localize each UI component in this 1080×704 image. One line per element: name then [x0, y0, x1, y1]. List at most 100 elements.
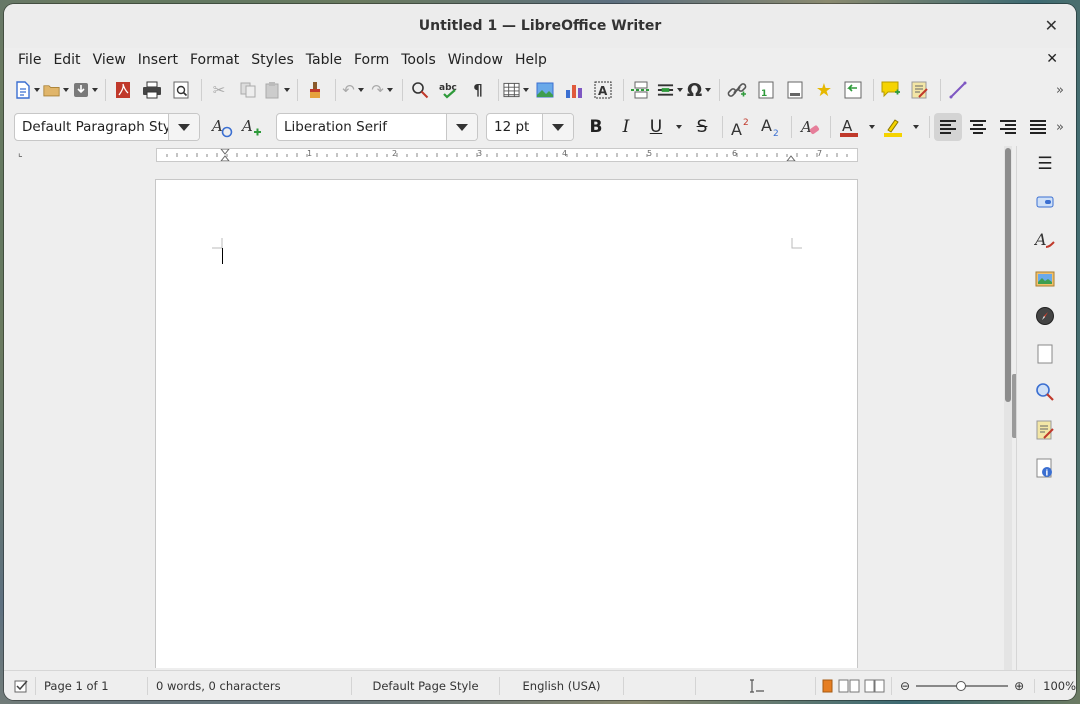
font-color-button[interactable]: A	[835, 113, 863, 141]
vertical-scrollbar[interactable]	[1004, 146, 1012, 670]
zoom-slider-knob[interactable]	[956, 680, 967, 691]
menu-help[interactable]: Help	[509, 52, 553, 68]
undo-button[interactable]: ↶	[340, 77, 366, 103]
font-name-combo[interactable]: Liberation Serif	[276, 113, 478, 141]
zoom-out-icon[interactable]: ⊖	[900, 679, 910, 693]
new-style-button[interactable]: A	[238, 113, 266, 141]
toolbar-overflow-icon[interactable]: »	[1056, 83, 1064, 98]
new-document-button[interactable]	[14, 77, 40, 103]
align-left-button[interactable]	[934, 113, 962, 141]
insert-hyperlink-button[interactable]	[724, 77, 750, 103]
sidebar-properties-button[interactable]	[1031, 188, 1059, 216]
justify-button[interactable]	[1024, 113, 1052, 141]
insert-line-button[interactable]	[945, 77, 971, 103]
paragraph-style-dropdown[interactable]	[168, 114, 199, 140]
print-preview-button[interactable]	[168, 77, 194, 103]
sidebar-design-button[interactable]: i	[1031, 454, 1059, 482]
save-button[interactable]	[72, 77, 98, 103]
highlight-color-dropdown[interactable]	[909, 114, 919, 140]
book-view-icon[interactable]	[864, 679, 886, 693]
paste-button[interactable]	[264, 77, 290, 103]
open-button[interactable]	[43, 77, 69, 103]
font-size-combo[interactable]: 12 pt	[486, 113, 574, 141]
font-name-dropdown[interactable]	[446, 114, 477, 140]
single-page-view-icon[interactable]	[822, 679, 834, 693]
formatting-overflow-icon[interactable]: »	[1056, 120, 1064, 135]
horizontal-ruler[interactable]: 1 2 3 4 5 6 7	[156, 148, 858, 162]
sidebar-manage-changes-button[interactable]	[1031, 416, 1059, 444]
sidebar-navigator-button[interactable]	[1031, 302, 1059, 330]
menu-view[interactable]: View	[87, 52, 132, 68]
sidebar-style-inspector-button[interactable]	[1031, 378, 1059, 406]
zoom-in-icon[interactable]: ⊕	[1014, 679, 1024, 693]
track-changes-button[interactable]	[907, 77, 933, 103]
update-style-button[interactable]: A	[208, 113, 236, 141]
scrollbar-thumb[interactable]	[1005, 148, 1011, 402]
clone-formatting-button[interactable]	[302, 77, 328, 103]
insert-footnote-button[interactable]: 1	[753, 77, 779, 103]
underline-button[interactable]: U	[642, 113, 670, 141]
export-pdf-button[interactable]	[110, 77, 136, 103]
menu-format[interactable]: Format	[184, 52, 245, 68]
insert-endnote-button[interactable]	[782, 77, 808, 103]
document-close-button[interactable]: ✕	[1046, 51, 1058, 67]
page-style-status[interactable]: Default Page Style	[352, 676, 500, 695]
menu-form[interactable]: Form	[348, 52, 395, 68]
tab-stop-selector-icon[interactable]: ⌞	[18, 148, 23, 159]
sidebar-styles-button[interactable]: A	[1031, 226, 1059, 254]
insert-image-button[interactable]	[532, 77, 558, 103]
redo-button[interactable]: ↷	[369, 77, 395, 103]
insert-special-character-button[interactable]: Ω	[686, 77, 712, 103]
zoom-percent[interactable]: 100%	[1034, 678, 1076, 693]
menu-tools[interactable]: Tools	[395, 52, 442, 68]
menu-file[interactable]: File	[12, 52, 47, 68]
spelling-button[interactable]: abc	[436, 77, 462, 103]
zoom-slider[interactable]	[916, 680, 1009, 691]
font-size-value[interactable]: 12 pt	[487, 119, 542, 135]
insert-bookmark-button[interactable]: ★	[811, 77, 837, 103]
window-close-button[interactable]: ✕	[1045, 16, 1058, 35]
align-center-button[interactable]	[964, 113, 992, 141]
cut-button[interactable]: ✂	[206, 77, 232, 103]
insert-page-break-button[interactable]	[628, 77, 654, 103]
insert-field-button[interactable]	[657, 77, 683, 103]
indent-marker-left[interactable]	[219, 148, 231, 162]
font-name-value[interactable]: Liberation Serif	[277, 119, 446, 135]
menu-window[interactable]: Window	[442, 52, 509, 68]
superscript-button[interactable]: A2	[727, 113, 755, 141]
menu-insert[interactable]: Insert	[132, 52, 184, 68]
indent-marker-right[interactable]	[785, 155, 797, 162]
insert-cross-reference-button[interactable]	[840, 77, 866, 103]
insert-chart-button[interactable]	[561, 77, 587, 103]
align-right-button[interactable]	[994, 113, 1022, 141]
clear-formatting-button[interactable]: A	[796, 113, 824, 141]
font-size-dropdown[interactable]	[542, 114, 573, 140]
print-button[interactable]	[139, 77, 165, 103]
menu-table[interactable]: Table	[300, 52, 348, 68]
strikethrough-button[interactable]: S	[688, 113, 716, 141]
insert-comment-button[interactable]	[878, 77, 904, 103]
insert-textbox-button[interactable]: A	[590, 77, 616, 103]
italic-button[interactable]: I	[612, 113, 640, 141]
paragraph-style-value[interactable]: Default Paragraph Style	[15, 119, 168, 135]
menu-edit[interactable]: Edit	[47, 52, 86, 68]
find-replace-button[interactable]	[407, 77, 433, 103]
page-count[interactable]: Page 1 of 1	[36, 676, 148, 695]
selection-mode-button[interactable]	[4, 676, 36, 695]
highlight-color-button[interactable]	[879, 113, 907, 141]
copy-button[interactable]	[235, 77, 261, 103]
multi-page-view-icon[interactable]	[838, 679, 860, 693]
language-status[interactable]: English (USA)	[500, 676, 624, 695]
paragraph-style-combo[interactable]: Default Paragraph Style	[14, 113, 200, 141]
bold-button[interactable]: B	[582, 113, 610, 141]
sidebar-menu-button[interactable]: ☰	[1031, 150, 1059, 178]
menu-styles[interactable]: Styles	[245, 52, 299, 68]
sidebar-page-button[interactable]	[1031, 340, 1059, 368]
word-count[interactable]: 0 words, 0 characters	[148, 676, 352, 695]
font-color-dropdown[interactable]	[865, 114, 875, 140]
formatting-marks-button[interactable]: ¶	[465, 77, 491, 103]
sidebar-gallery-button[interactable]	[1031, 264, 1059, 292]
underline-dropdown[interactable]	[672, 114, 682, 140]
subscript-button[interactable]: A2	[757, 113, 785, 141]
insert-table-button[interactable]	[503, 77, 529, 103]
